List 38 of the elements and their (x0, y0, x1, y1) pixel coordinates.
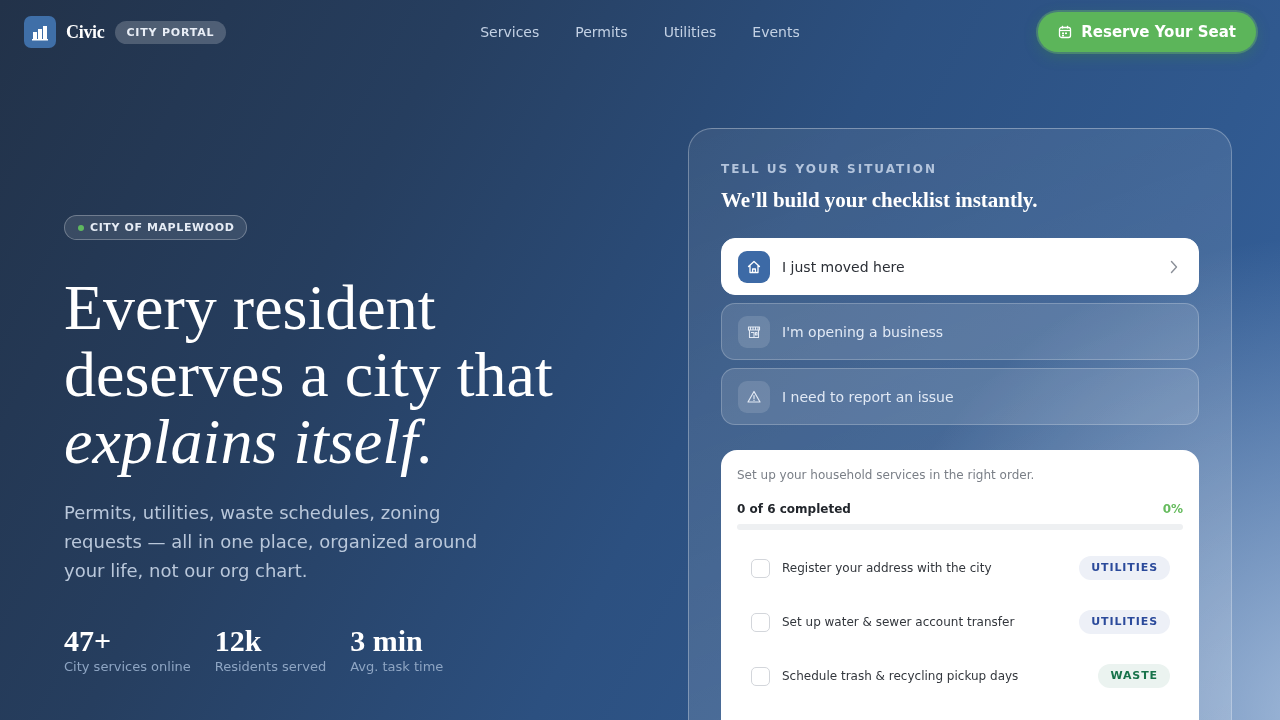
bar-chart-logo-icon (24, 16, 56, 48)
panel-heading: We'll build your checklist instantly. (721, 187, 1039, 213)
stat-label: Residents served (214, 658, 327, 675)
calendar-icon (1058, 25, 1073, 39)
checkbox[interactable] (751, 666, 770, 686)
storefront-icon (738, 315, 770, 348)
nav-link[interactable]: Events (752, 24, 800, 40)
stat-label: Avg. task time (350, 658, 444, 675)
stat-label: City services online (64, 658, 191, 675)
situation-option[interactable]: I'm opening a business (721, 303, 1199, 360)
category-tag: UTILITIES (1079, 610, 1170, 634)
hero-heading: Every resident deserves a city that explains itself. (64, 274, 554, 475)
progress-percent: 0% (1162, 501, 1183, 518)
chevron-right-icon (1170, 259, 1178, 274)
checkbox[interactable] (751, 558, 770, 578)
hero-description: Permits, utilities, waste schedules, zoning requests — all in one place, organized around your life, not our org chart. (64, 501, 479, 583)
task-label: Register your address with the city (782, 561, 993, 575)
nav-link[interactable]: Services (480, 24, 540, 40)
portal-badge: CITY PORTAL (114, 20, 227, 44)
stat-value: 3 min (350, 624, 424, 658)
nav-link[interactable]: Permits (575, 24, 628, 40)
nav-link[interactable]: Utilities (663, 24, 717, 40)
category-tag: UTILITIES (1079, 556, 1170, 580)
task-label: Set up water & sewer account transfer (782, 615, 1016, 629)
warning-icon (738, 380, 770, 413)
situation-option[interactable]: I just moved here (721, 238, 1199, 295)
checklist-intro: Set up your household services in the right order. (737, 467, 1036, 484)
stat-value: 12k (214, 624, 263, 658)
task-label: Schedule trash & recycling pickup days (782, 669, 1020, 683)
situation-option[interactable]: I need to report an issue (721, 368, 1199, 425)
stat-value: 47+ (64, 624, 113, 658)
panel-eyebrow: TELL US YOUR SITUATION (721, 161, 938, 177)
checkbox[interactable] (751, 612, 770, 632)
house-icon (738, 250, 770, 283)
brand-name: Civic (66, 21, 105, 43)
category-tag: WASTE (1098, 664, 1170, 688)
city-label: CITY OF MAPLEWOOD (90, 221, 235, 234)
progress-count: 0 of 6 completed (737, 501, 851, 518)
